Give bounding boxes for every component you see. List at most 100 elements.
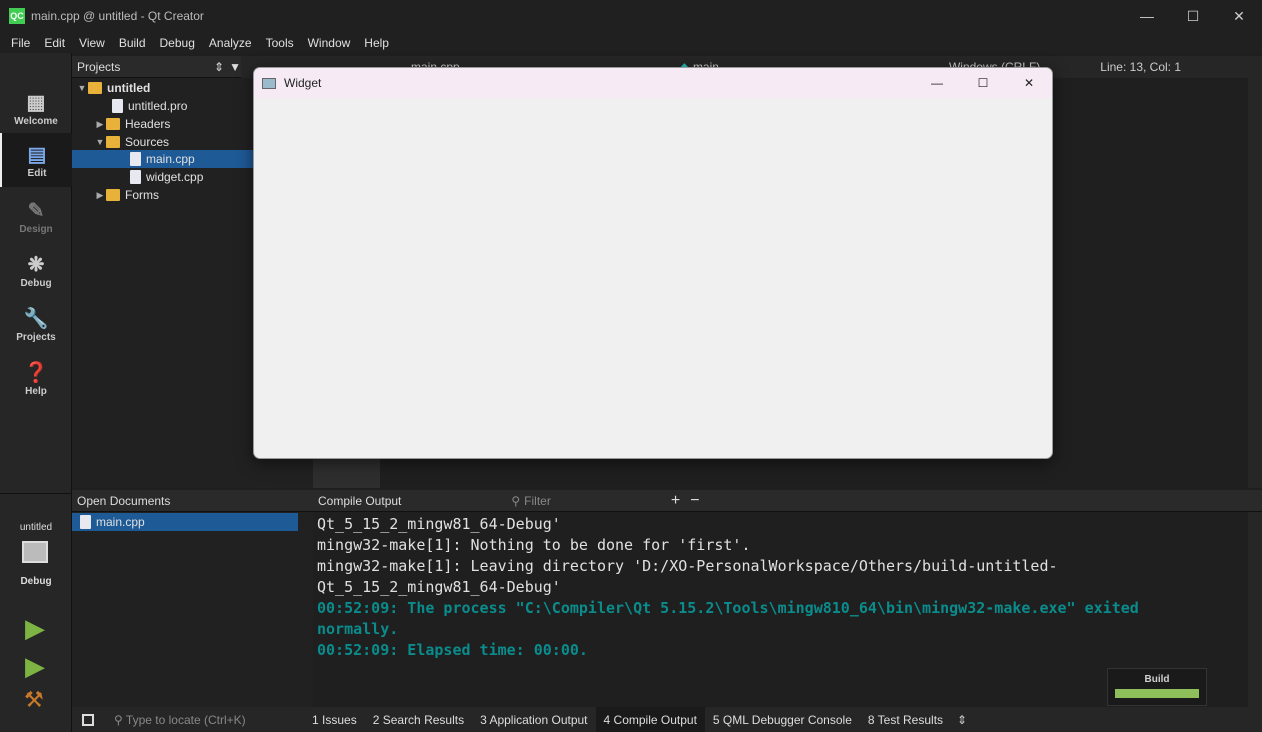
output-tab-compile-output[interactable]: 4 Compile Output (595, 707, 705, 732)
cursor-position[interactable]: Line: 13, Col: 1 (1100, 60, 1181, 74)
sort-icon[interactable]: ⇕ (214, 60, 224, 74)
output-line-status: normally. (317, 620, 399, 638)
open-documents-header: Open Documents (72, 490, 313, 512)
build-progress-label: Build (1144, 674, 1170, 685)
output-tab-search-results[interactable]: 2 Search Results (365, 707, 472, 732)
output-tab-test-results[interactable]: 8 Test Results (860, 707, 951, 732)
mode-edit[interactable]: ▤ Edit (0, 133, 72, 187)
tree-label: widget.cpp (146, 170, 204, 184)
output-line: mingw32-make[1]: Nothing to be done for … (317, 536, 751, 554)
menu-help[interactable]: Help (357, 36, 396, 50)
locator-input[interactable]: ⚲ Type to locate (Ctrl+K) (104, 713, 304, 727)
output-line: Qt_5_15_2_mingw81_64-Debug' (317, 578, 561, 596)
wrench-icon: 🔧 (23, 307, 49, 330)
cpp-file-icon (130, 170, 141, 184)
zoom-out-button[interactable]: − (690, 492, 699, 510)
project-folder-icon (88, 82, 102, 94)
title-bar: QC main.cpp @ untitled - Qt Creator — ☐ … (0, 0, 1262, 32)
mode-label: Edit (27, 167, 47, 179)
output-line-status: 00:52:09: The process "C:\Compiler\Qt 5.… (317, 599, 1139, 617)
menu-file[interactable]: File (4, 36, 37, 50)
widget-maximize-button[interactable]: ☐ (960, 76, 1006, 90)
run-icon[interactable]: ▶ (25, 613, 45, 644)
kit-project-label: untitled (19, 522, 53, 533)
menu-debug[interactable]: Debug (153, 36, 202, 50)
help-icon: ❓ (23, 361, 49, 384)
menu-analyze[interactable]: Analyze (202, 36, 259, 50)
mode-label: Design (19, 223, 53, 235)
cpp-file-icon (130, 152, 141, 166)
debug-run-icon[interactable]: ▶ (25, 651, 45, 682)
mode-label: Help (25, 385, 47, 397)
output-scrollbar[interactable] (1248, 512, 1262, 707)
mode-bar: ▦ Welcome ▤ Edit ✎ Design ❋ Debug 🔧 Projects … (0, 53, 72, 732)
tree-label: Headers (125, 117, 171, 131)
hammer-build-icon[interactable]: ⚒ (24, 687, 44, 713)
output-tab-issues[interactable]: 1 Issues (304, 707, 365, 732)
widget-title-bar: Widget — ☐ ✕ (254, 68, 1052, 98)
open-documents-list: main.cpp (72, 512, 313, 707)
editor-scrollbar[interactable] (1248, 78, 1262, 488)
build-progress[interactable]: Build (1107, 668, 1207, 706)
minimize-button[interactable]: — (1124, 0, 1170, 32)
tree-label: main.cpp (146, 152, 195, 166)
menu-build[interactable]: Build (112, 36, 153, 50)
projects-pane-title[interactable]: Projects (77, 60, 120, 74)
app-window-icon (262, 77, 276, 89)
open-document-item[interactable]: main.cpp (72, 513, 298, 531)
folder-icon (106, 118, 120, 130)
widget-close-button[interactable]: ✕ (1006, 76, 1052, 90)
tree-label: untitled (107, 81, 151, 95)
mode-projects[interactable]: 🔧 Projects (0, 297, 72, 351)
mode-label: Projects (16, 331, 56, 343)
search-icon: ⚲ (114, 712, 126, 727)
output-pane-title[interactable]: Compile Output (318, 494, 401, 508)
widget-window: Widget — ☐ ✕ (253, 67, 1053, 459)
tree-label: untitled.pro (128, 99, 188, 113)
menu-edit[interactable]: Edit (37, 36, 72, 50)
bug-icon: ❋ (27, 253, 45, 276)
window-title: main.cpp @ untitled - Qt Creator (31, 9, 204, 23)
menu-window[interactable]: Window (301, 36, 358, 50)
open-documents-title[interactable]: Open Documents (77, 494, 170, 508)
zoom-in-button[interactable]: + (671, 492, 680, 510)
widget-minimize-button[interactable]: — (914, 76, 960, 90)
output-pane-header: Compile Output ⚲ Filter + − (313, 490, 1262, 512)
close-button[interactable]: ✕ (1216, 0, 1262, 32)
output-tab-application-output[interactable]: 3 Application Output (472, 707, 595, 732)
tree-label: Sources (125, 135, 170, 149)
mode-welcome[interactable]: ▦ Welcome (0, 81, 72, 135)
mode-label: Debug (20, 277, 52, 289)
filter-input[interactable]: Filter (524, 494, 551, 508)
menu-bar: File Edit View Build Debug Analyze Tools… (0, 32, 1262, 53)
grid-icon: ▦ (26, 91, 46, 114)
mode-debug[interactable]: ❋ Debug (0, 243, 72, 297)
widget-title: Widget (284, 76, 322, 90)
maximize-button[interactable]: ☐ (1170, 0, 1216, 32)
cpp-file-icon (80, 515, 91, 529)
folder-icon (106, 189, 120, 201)
pencil-icon: ✎ (27, 199, 45, 222)
tree-label: Forms (125, 188, 159, 202)
output-tab-qml-debugger[interactable]: 5 QML Debugger Console (705, 707, 860, 732)
status-bar: ⚲ Type to locate (Ctrl+K) 1 Issues 2 Sea… (72, 707, 1262, 732)
output-line: mingw32-make[1]: Leaving directory 'D:/X… (317, 557, 1058, 575)
qt-creator-logo: QC (9, 8, 25, 24)
monitor-icon[interactable] (22, 541, 48, 563)
mode-label: Welcome (14, 115, 58, 127)
mode-design[interactable]: ✎ Design (0, 189, 72, 243)
document-icon: ▤ (27, 143, 47, 166)
menu-tools[interactable]: Tools (259, 36, 301, 50)
folder-icon (106, 136, 120, 148)
filter-icon[interactable]: ▼ (229, 60, 241, 74)
output-line-status: 00:52:09: Elapsed time: 00:00. (317, 641, 588, 659)
mode-help[interactable]: ❓ Help (0, 351, 72, 405)
more-tabs-icon[interactable]: ⇕ (957, 713, 967, 727)
search-icon: ⚲ (511, 493, 521, 508)
build-progress-bar (1115, 689, 1199, 698)
document-label: main.cpp (96, 515, 145, 529)
menu-view[interactable]: View (72, 36, 112, 50)
toggle-sidebar-icon[interactable] (82, 713, 94, 726)
pro-file-icon (112, 99, 123, 113)
output-line: Qt_5_15_2_mingw81_64-Debug' (317, 515, 561, 533)
